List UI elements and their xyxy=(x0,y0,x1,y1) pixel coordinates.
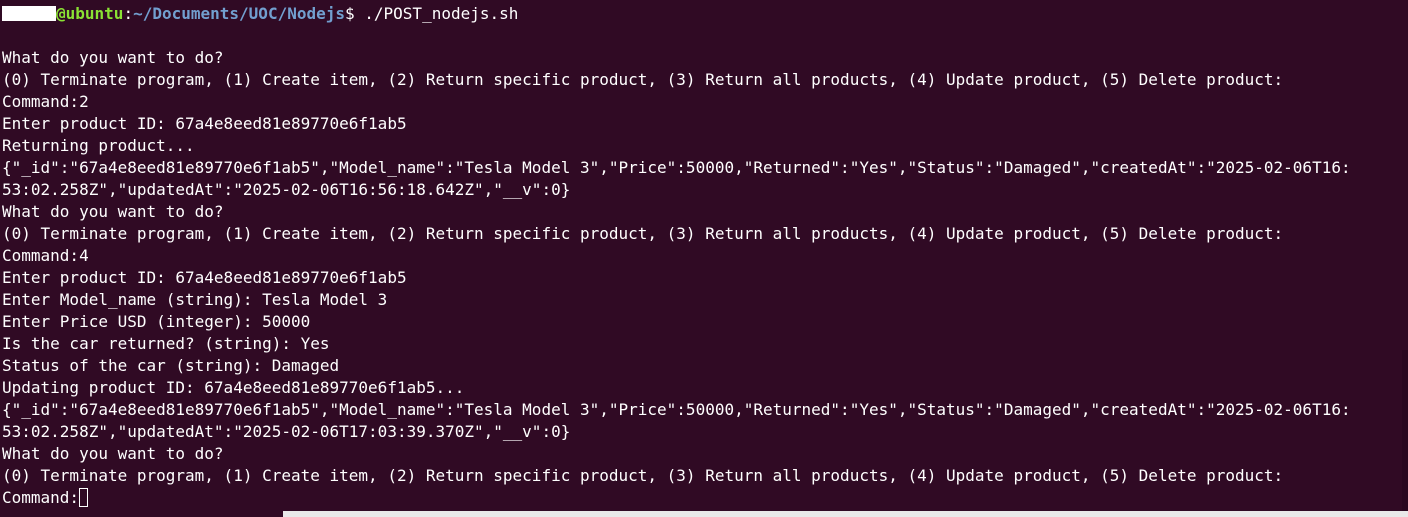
output-line: {"_id":"67a4e8eed81e89770e6f1ab5","Model… xyxy=(2,400,1351,419)
output-line: (0) Terminate program, (1) Create item, … xyxy=(2,466,1284,485)
output-line: Enter Price USD (integer): 50000 xyxy=(2,312,311,331)
redacted-username xyxy=(2,6,56,21)
prompt-separator: : xyxy=(123,4,134,23)
output-line: Command:2 xyxy=(2,92,89,111)
output-line: {"_id":"67a4e8eed81e89770e6f1ab5","Model… xyxy=(2,158,1351,177)
output-line: Command:4 xyxy=(2,246,89,265)
command-input-line[interactable]: Command: xyxy=(2,487,1408,509)
output-line: 53:02.258Z","updatedAt":"2025-02-06T16:5… xyxy=(2,180,571,199)
output-line: Status of the car (string): Damaged xyxy=(2,356,340,375)
prompt-host: @ubuntu xyxy=(56,4,124,23)
prompt-command: ./POST_nodejs.sh xyxy=(364,4,519,23)
prompt-symbol: $ xyxy=(345,4,365,23)
window-bottom-strip xyxy=(283,511,1408,517)
scrollbar[interactable] xyxy=(1402,350,1408,517)
output-line: What do you want to do? xyxy=(2,202,224,221)
output-line: 53:02.258Z","updatedAt":"2025-02-06T17:0… xyxy=(2,422,571,441)
text-cursor[interactable] xyxy=(79,488,89,507)
output-line: Returning product... xyxy=(2,136,195,155)
terminal-window[interactable]: @ubuntu:~/Documents/UOC/Nodejs$ ./POST_n… xyxy=(0,0,1408,517)
output-line: Enter product ID: 67a4e8eed81e89770e6f1a… xyxy=(2,268,407,287)
output-line: (0) Terminate program, (1) Create item, … xyxy=(2,70,1284,89)
output-line: (0) Terminate program, (1) Create item, … xyxy=(2,224,1284,243)
output-line: Updating product ID: 67a4e8eed81e89770e6… xyxy=(2,378,465,397)
output-line: What do you want to do? xyxy=(2,48,224,67)
command-prompt-label: Command: xyxy=(2,488,80,507)
output-line: Enter Model_name (string): Tesla Model 3 xyxy=(2,290,388,309)
prompt-path: ~/Documents/UOC/Nodejs xyxy=(133,4,345,23)
output-line: Is the car returned? (string): Yes xyxy=(2,334,330,353)
prompt-line: @ubuntu:~/Documents/UOC/Nodejs$ ./POST_n… xyxy=(2,3,1408,25)
output-line: What do you want to do? xyxy=(2,444,224,463)
output-line: Enter product ID: 67a4e8eed81e89770e6f1a… xyxy=(2,114,407,133)
